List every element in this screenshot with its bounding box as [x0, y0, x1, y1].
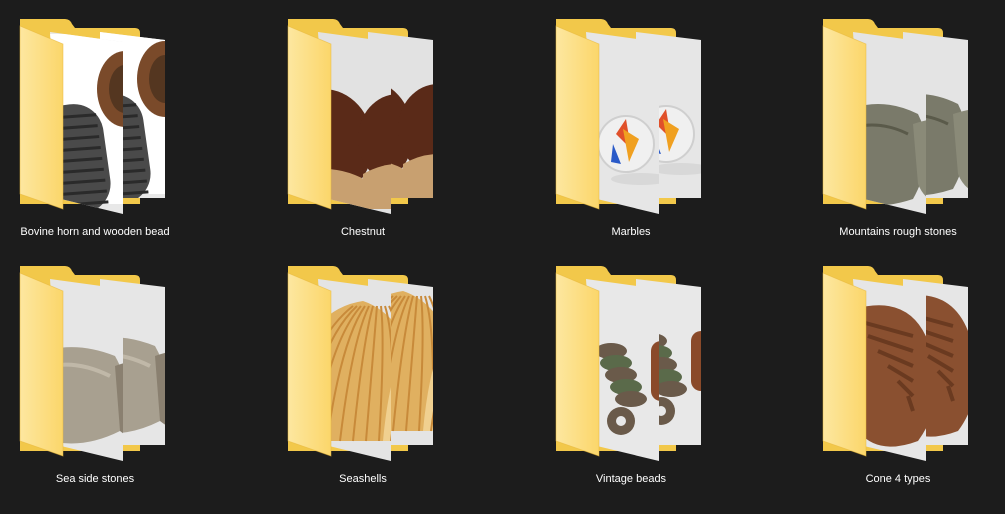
folder-item-7[interactable]: Cone 4 types	[778, 261, 1005, 491]
folder-icon	[0, 14, 215, 224]
folder-icon	[778, 261, 1005, 471]
folder-label: Mountains rough stones	[839, 226, 957, 238]
folder-icon	[511, 14, 751, 224]
folder-label: Seashells	[339, 473, 387, 485]
folder-label: Chestnut	[340, 226, 386, 238]
folder-label: Sea side stones	[55, 473, 135, 485]
folder-item-4[interactable]: Sea side stones	[0, 261, 215, 491]
folder-item-5[interactable]: Seashells	[243, 261, 483, 491]
folder-label: Vintage beads	[595, 473, 667, 485]
folder-item-0[interactable]: Bovine horn and wooden bead	[0, 14, 215, 244]
folder-item-3[interactable]: Mountains rough stones	[778, 14, 1005, 244]
folder-item-6[interactable]: Vintage beads	[511, 261, 751, 491]
folder-icon	[511, 261, 751, 471]
folder-label: Cone 4 types	[865, 473, 931, 485]
folder-icon	[0, 261, 215, 471]
folder-label: Bovine horn and wooden bead	[20, 226, 170, 238]
folder-icon	[243, 14, 483, 224]
file-explorer-icon-grid: Bovine horn and wooden bead Chestnut Mar…	[0, 0, 1005, 514]
folder-icon	[778, 14, 1005, 224]
folder-item-2[interactable]: Marbles	[511, 14, 751, 244]
folder-label: Marbles	[611, 226, 651, 238]
folder-icon	[243, 261, 483, 471]
folder-item-1[interactable]: Chestnut	[243, 14, 483, 244]
